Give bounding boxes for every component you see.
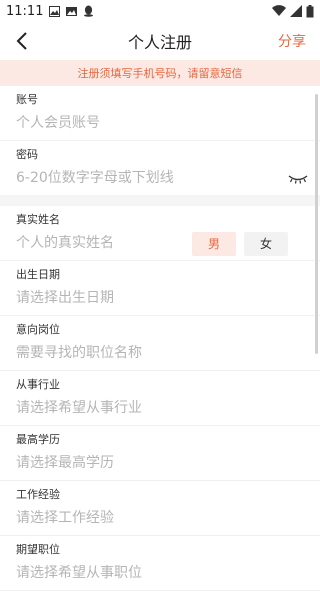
status-time: 11:11 (6, 3, 44, 19)
section-divider (0, 195, 320, 206)
page-title: 个人注册 (127, 33, 192, 52)
gender-male-button[interactable]: 男 (192, 232, 236, 256)
password-visibility-icon[interactable] (288, 171, 308, 185)
back-icon[interactable] (12, 30, 34, 52)
experience-field: 工作经验 请选择工作经验 (0, 481, 320, 536)
gender-female-button[interactable]: 女 (244, 232, 288, 256)
expected-job-label: 期望职位 (16, 543, 60, 556)
status-bar: 11:11 (0, 0, 320, 22)
experience-input[interactable]: 请选择工作经验 (16, 501, 304, 535)
notice-banner: 注册须填写手机号码，请留意短信 (0, 60, 320, 86)
scrollbar[interactable] (315, 94, 318, 354)
registration-form: 账号 个人会员账号 密码 6-20位数字字母或下划线 真实姓名 个人的真实姓名 … (0, 86, 320, 591)
birth-date-input[interactable]: 请选择出生日期 (16, 281, 304, 315)
signal-icon (290, 5, 302, 17)
app-header: 个人注册 分享 (0, 22, 320, 60)
real-name-field: 真实姓名 个人的真实姓名 男 女 (0, 206, 320, 261)
desired-position-input[interactable]: 需要寻找的职位名称 (16, 336, 304, 370)
battery-icon (306, 4, 314, 18)
birth-date-label: 出生日期 (16, 268, 60, 281)
account-input[interactable]: 个人会员账号 (16, 106, 304, 140)
experience-label: 工作经验 (16, 488, 60, 501)
desired-position-label: 意向岗位 (16, 323, 60, 336)
password-input[interactable]: 6-20位数字字母或下划线 (16, 161, 304, 195)
industry-input[interactable]: 请选择希望从事行业 (16, 391, 304, 425)
account-label: 账号 (16, 93, 38, 106)
expected-job-field: 期望职位 请选择希望从事职位 (0, 536, 320, 591)
gallery-notification-icon (66, 6, 78, 17)
notice-text: 注册须填写手机号码，请留意短信 (77, 67, 243, 80)
industry-label: 从事行业 (16, 378, 60, 391)
wifi-icon (272, 5, 286, 17)
industry-field: 从事行业 请选择希望从事行业 (0, 371, 320, 426)
gender-selector: 男 女 (192, 232, 288, 256)
real-name-label: 真实姓名 (16, 213, 60, 226)
expected-job-input[interactable]: 请选择希望从事职位 (16, 556, 304, 590)
qq-notification-icon (83, 5, 94, 17)
share-button[interactable]: 分享 (278, 31, 306, 51)
password-field: 密码 6-20位数字字母或下划线 (0, 141, 320, 195)
password-label: 密码 (16, 148, 38, 161)
account-field: 账号 个人会员账号 (0, 86, 320, 141)
education-field: 最高学历 请选择最高学历 (0, 426, 320, 481)
desired-position-field: 意向岗位 需要寻找的职位名称 (0, 316, 320, 371)
education-label: 最高学历 (16, 433, 60, 446)
birth-date-field: 出生日期 请选择出生日期 (0, 261, 320, 316)
education-input[interactable]: 请选择最高学历 (16, 446, 304, 480)
image-notification-icon (49, 5, 61, 17)
